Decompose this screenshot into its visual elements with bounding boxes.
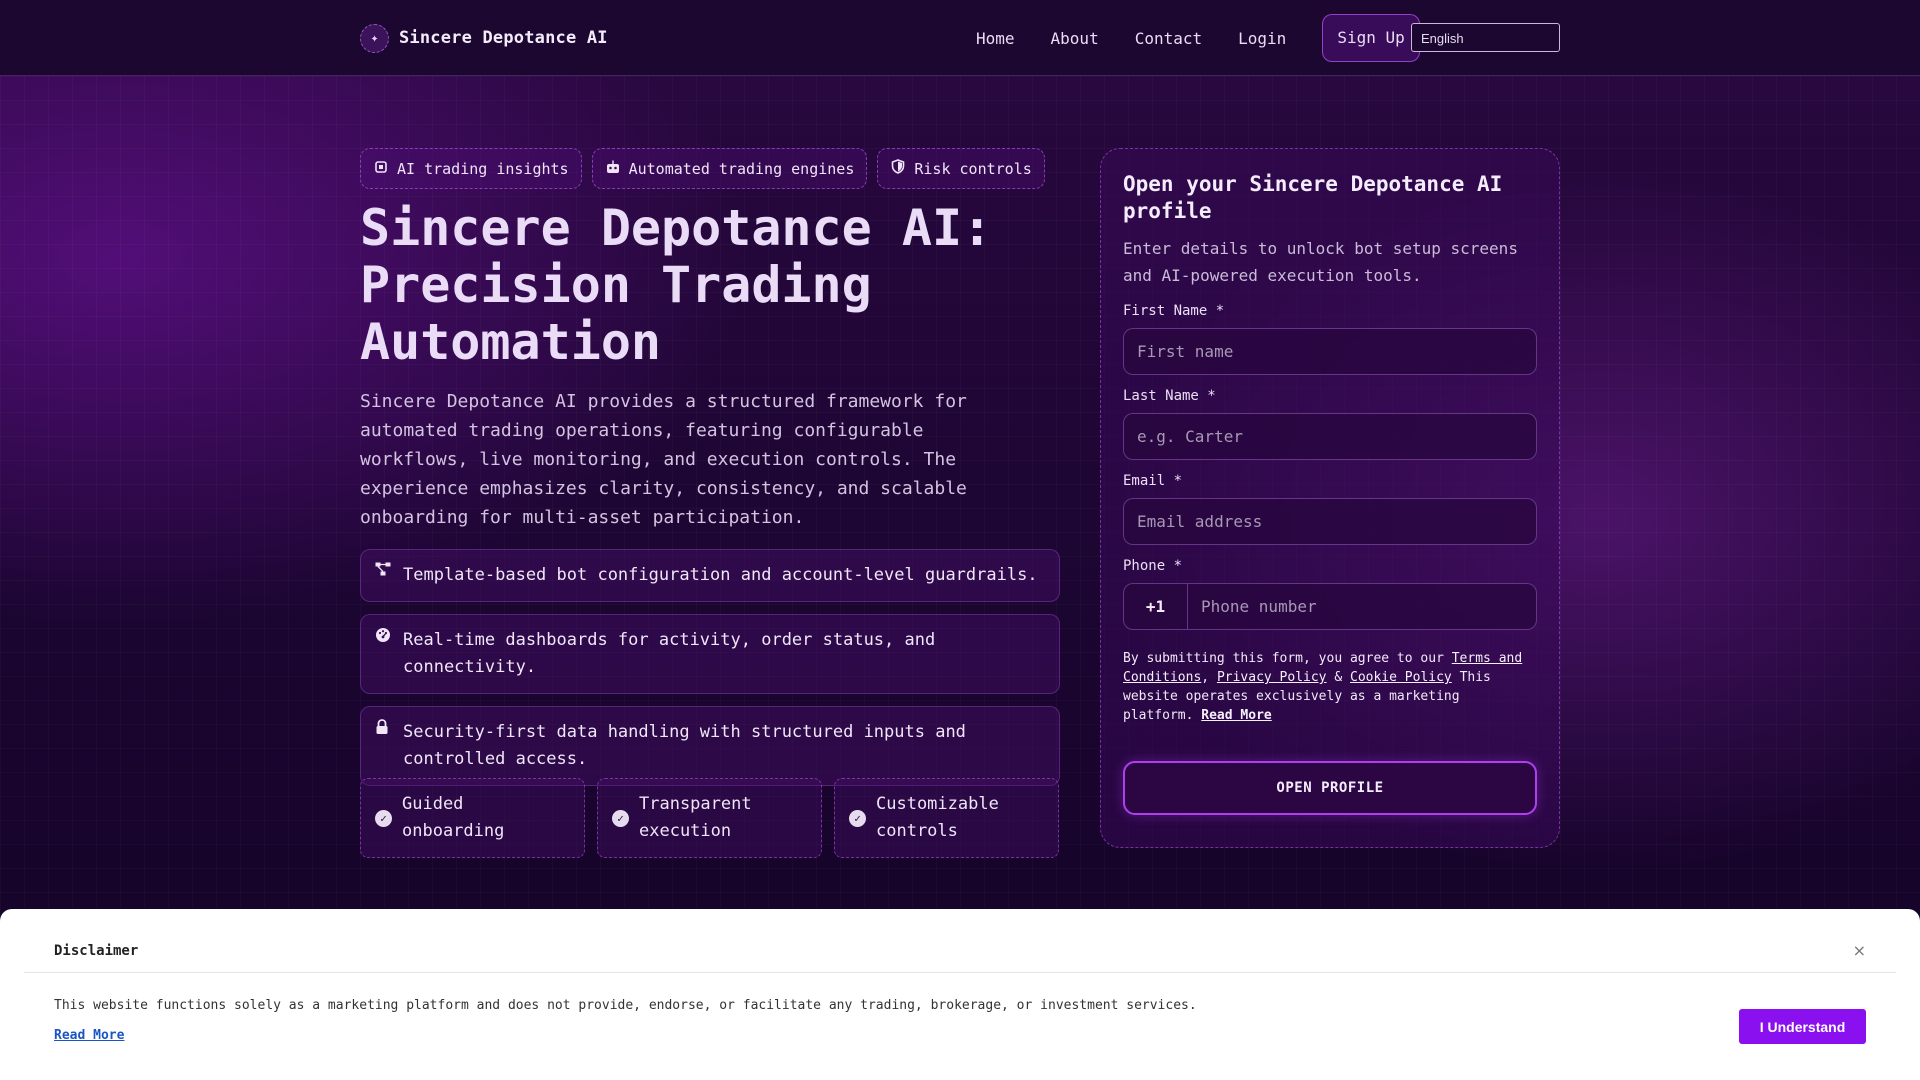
chip-label: Risk controls bbox=[914, 159, 1032, 178]
main-nav: Home About Contact Login Sign Up bbox=[976, 14, 1420, 62]
chip-ai-insights: AI trading insights bbox=[360, 148, 582, 189]
disclaimer-read-more-link[interactable]: Read More bbox=[54, 1028, 124, 1043]
highlight-badges: ✓ Guided onboarding ✓ Transparent execut… bbox=[360, 778, 1059, 858]
workflow-icon bbox=[375, 562, 391, 589]
last-name-field[interactable]: e.g. Carter bbox=[1123, 413, 1537, 460]
feature-item: Security-first data handling with struct… bbox=[360, 706, 1060, 786]
brand-logo[interactable]: ✦ Sincere Depotance AI bbox=[360, 23, 608, 53]
disclaimer-banner: Disclaimer × This website functions sole… bbox=[0, 909, 1920, 1080]
i-understand-button[interactable]: I Understand bbox=[1739, 1009, 1866, 1044]
hero-title: Sincere Depotance AI: Precision Trading … bbox=[360, 199, 993, 371]
disclaimer-title: Disclaimer bbox=[54, 943, 139, 959]
nav-login-link[interactable]: Login bbox=[1238, 29, 1286, 48]
phone-field[interactable]: Phone number bbox=[1188, 597, 1317, 616]
badge-label: Guided onboarding bbox=[402, 794, 505, 841]
form-title: Open your Sincere Depotance AI profile bbox=[1123, 172, 1503, 223]
badge-label: Customizable controls bbox=[876, 794, 999, 841]
check-icon: ✓ bbox=[375, 809, 392, 827]
nav-contact-link[interactable]: Contact bbox=[1135, 29, 1202, 48]
signup-form-card: Open your Sincere Depotance AI profile E… bbox=[1100, 148, 1560, 848]
legal-notice: By submitting this form, you agree to ou… bbox=[1123, 649, 1537, 725]
open-profile-button[interactable]: OPEN PROFILE bbox=[1123, 761, 1537, 815]
legal-amp: & bbox=[1326, 670, 1350, 685]
phone-label: Phone * bbox=[1123, 558, 1183, 574]
chip-label: Automated trading engines bbox=[628, 159, 855, 178]
nav-about-link[interactable]: About bbox=[1051, 29, 1099, 48]
feature-text: Security-first data handling with struct… bbox=[403, 722, 966, 769]
chip-automated-engines: Automated trading engines bbox=[591, 148, 868, 189]
form-subtitle: Enter details to unlock bot setup screen… bbox=[1123, 239, 1518, 285]
legal-prefix: By submitting this form, you agree to ou… bbox=[1123, 651, 1452, 666]
last-name-label: Last Name * bbox=[1123, 388, 1216, 404]
email-field[interactable]: Email address bbox=[1123, 498, 1537, 545]
dashboard-icon bbox=[375, 627, 391, 681]
robot-icon bbox=[605, 160, 621, 178]
feature-item: Template-based bot configuration and acc… bbox=[360, 549, 1060, 602]
phone-field-group: +1 Phone number bbox=[1123, 583, 1537, 630]
sparkle-icon: ✦ bbox=[360, 23, 389, 53]
disclaimer-text: This website functions solely as a marke… bbox=[54, 998, 1197, 1013]
check-icon: ✓ bbox=[612, 809, 629, 827]
language-select[interactable]: English bbox=[1411, 23, 1560, 52]
legal-comma: , bbox=[1201, 670, 1217, 685]
hero-description: Sincere Depotance AI provides a structur… bbox=[360, 391, 967, 528]
chip-risk-controls: Risk controls bbox=[877, 148, 1045, 189]
badge-guided-onboarding: ✓ Guided onboarding bbox=[360, 778, 585, 858]
check-icon: ✓ bbox=[849, 809, 866, 827]
feature-list: Template-based bot configuration and acc… bbox=[360, 549, 1060, 798]
badge-customizable-controls: ✓ Customizable controls bbox=[834, 778, 1059, 858]
badge-transparent-execution: ✓ Transparent execution bbox=[597, 778, 822, 858]
first-name-field[interactable]: First name bbox=[1123, 328, 1537, 375]
badge-label: Transparent execution bbox=[639, 794, 752, 841]
cookie-link[interactable]: Cookie Policy bbox=[1350, 670, 1452, 685]
email-label: Email * bbox=[1123, 473, 1183, 489]
shield-icon bbox=[890, 159, 906, 178]
feature-text: Template-based bot configuration and acc… bbox=[403, 565, 1038, 585]
nav-home-link[interactable]: Home bbox=[976, 29, 1015, 48]
privacy-link[interactable]: Privacy Policy bbox=[1217, 670, 1327, 685]
lock-icon bbox=[375, 719, 391, 773]
first-name-label: First Name * bbox=[1123, 303, 1225, 319]
hero-chips: AI trading insights Automated trading en… bbox=[360, 148, 1045, 189]
feature-text: Real-time dashboards for activity, order… bbox=[403, 630, 936, 677]
phone-country-code[interactable]: +1 bbox=[1124, 584, 1188, 629]
read-more-link[interactable]: Read More bbox=[1201, 708, 1271, 723]
close-icon[interactable]: × bbox=[1853, 941, 1866, 960]
disclaimer-divider bbox=[24, 972, 1896, 973]
chip-label: AI trading insights bbox=[397, 159, 569, 178]
feature-item: Real-time dashboards for activity, order… bbox=[360, 614, 1060, 694]
cpu-icon bbox=[373, 160, 389, 178]
top-navigation-bar: ✦ Sincere Depotance AI Home About Contac… bbox=[0, 0, 1920, 76]
signup-button[interactable]: Sign Up bbox=[1322, 14, 1420, 62]
brand-name: Sincere Depotance AI bbox=[399, 28, 608, 48]
